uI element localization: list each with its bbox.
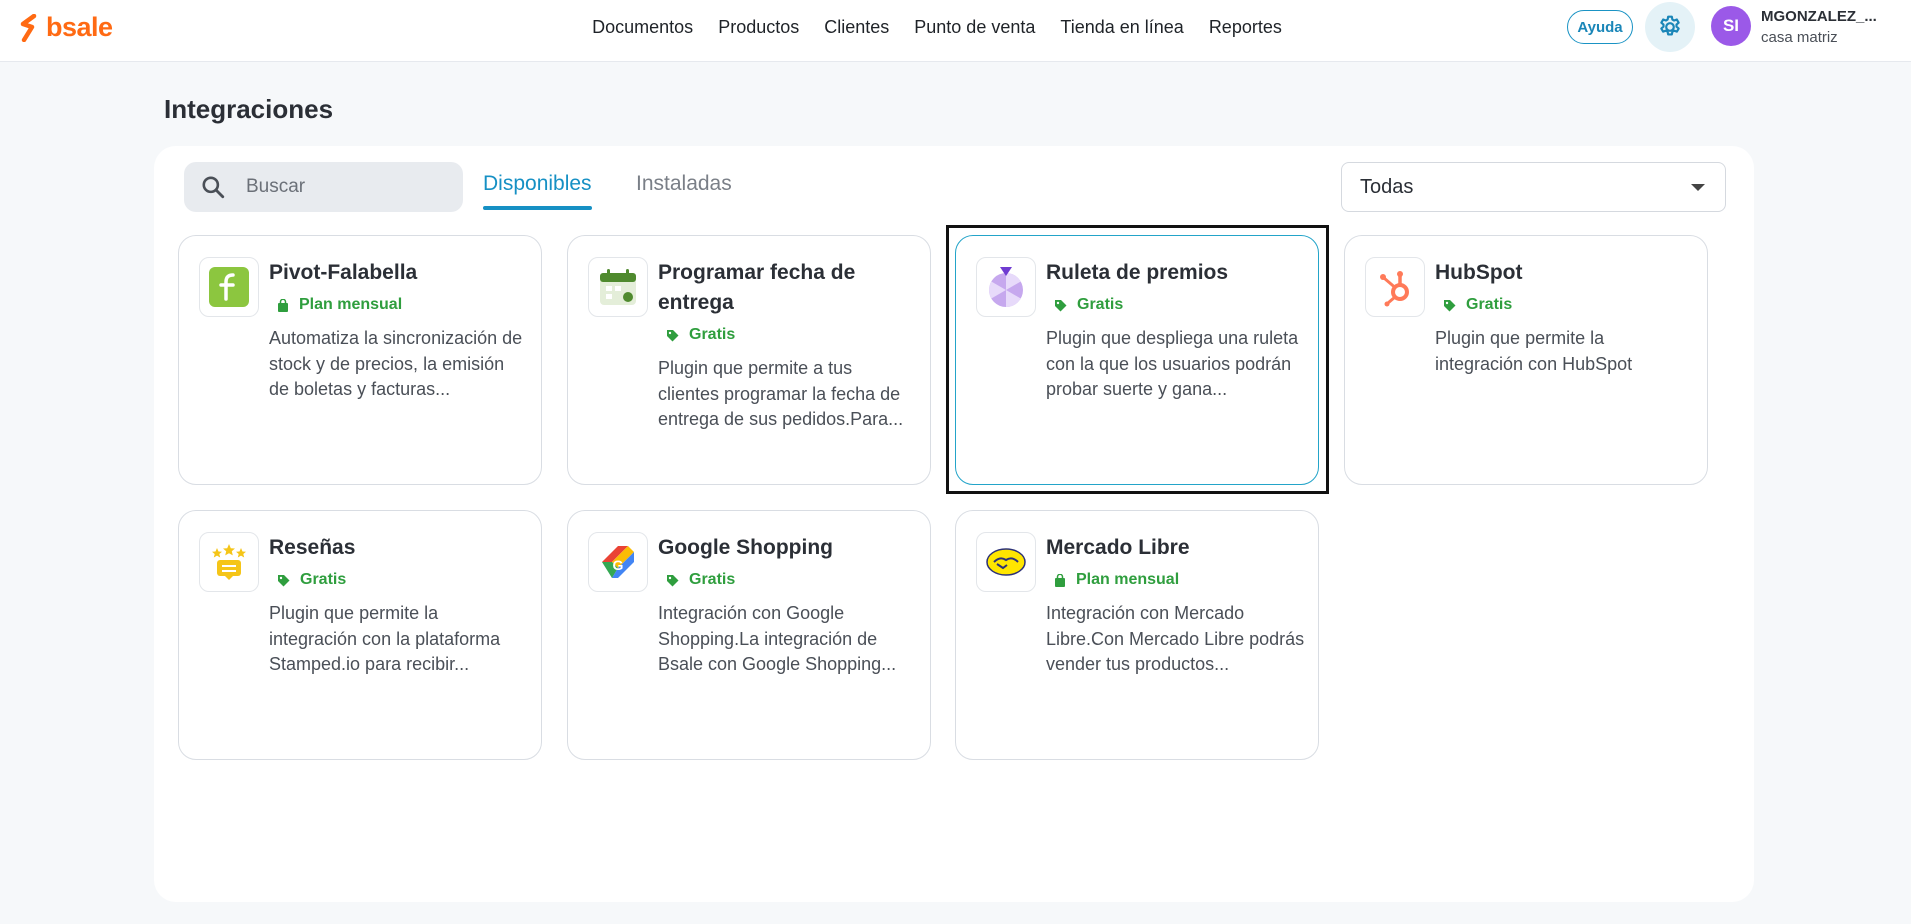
card-price-label: Plan mensual: [299, 296, 403, 313]
card-description: Plugin que despliega una ruleta con la q…: [1046, 328, 1299, 399]
tag-icon: [667, 574, 679, 586]
integration-card-programar-fecha[interactable]: Programar fecha de entrega Gratis Plugin…: [567, 235, 931, 485]
card-title: Reseñas: [269, 536, 356, 559]
search-input[interactable]: [244, 175, 448, 199]
svg-text:G: G: [613, 557, 624, 573]
integration-card-pivot-falabella[interactable]: Pivot-Falabella Plan mensual Automatiza …: [178, 235, 542, 485]
bag-icon: [278, 298, 288, 312]
hubspot-icon: [1365, 257, 1425, 317]
integration-card-hubspot[interactable]: HubSpot Gratis Plugin que permite la int…: [1344, 235, 1708, 485]
user-branch: casa matriz: [1761, 29, 1838, 46]
card-title: Ruleta de premios: [1046, 261, 1229, 284]
nav-reportes[interactable]: Reportes: [1209, 17, 1282, 38]
card-price-label: Gratis: [1466, 296, 1513, 313]
integration-card-ruleta-de-premios[interactable]: Ruleta de premios Gratis Plugin que desp…: [955, 235, 1319, 485]
card-description: Automatiza la sincronización de stock y …: [269, 328, 523, 399]
card-price-label: Gratis: [689, 326, 736, 343]
calendar-icon: [588, 257, 648, 317]
tab-disponibles[interactable]: Disponibles: [483, 172, 592, 210]
card-price-label: Plan mensual: [1076, 571, 1180, 588]
search-box[interactable]: [184, 162, 463, 212]
chevron-down-icon: [1691, 184, 1705, 191]
card-description: Integración con Mercado Libre.Con Mercad…: [1046, 603, 1305, 674]
card-price-label: Gratis: [300, 571, 347, 588]
tag-icon: [1444, 299, 1456, 311]
card-title: Pivot-Falabella: [269, 261, 418, 284]
card-price-label: Gratis: [689, 571, 736, 588]
page-title: Integraciones: [164, 94, 334, 124]
category-filter-select[interactable]: Todas: [1341, 162, 1726, 212]
falabella-f-icon: [199, 257, 259, 317]
card-description: Plugin que permite la integración con Hu…: [1435, 328, 1633, 374]
card-title: Google Shopping: [658, 536, 833, 559]
card-price: Plan mensual: [1054, 571, 1179, 589]
search-icon: [202, 176, 225, 199]
card-title: Programar fecha de entrega: [658, 261, 856, 314]
brand-name: bsale: [46, 12, 113, 42]
settings-button[interactable]: [1645, 2, 1695, 52]
card-title: HubSpot: [1435, 261, 1523, 284]
help-button[interactable]: Ayuda: [1567, 10, 1633, 44]
card-price: Gratis: [1443, 296, 1512, 314]
bsale-logo[interactable]: bsale: [18, 12, 113, 43]
integration-card-resenas[interactable]: Reseñas Gratis Plugin que permite la int…: [178, 510, 542, 760]
bag-icon: [1055, 573, 1065, 587]
nav-tienda-en-linea[interactable]: Tienda en línea: [1060, 17, 1183, 38]
tag-icon: [667, 329, 679, 341]
card-description: Plugin que permite a tus clientes progra…: [658, 358, 904, 429]
bsale-logo-icon: [20, 13, 37, 42]
google-shopping-icon: G: [588, 532, 648, 592]
nav-clientes[interactable]: Clientes: [824, 17, 889, 38]
card-price: Plan mensual: [277, 296, 402, 314]
nav-punto-de-venta[interactable]: Punto de venta: [914, 17, 1035, 38]
tab-instaladas[interactable]: Instaladas: [636, 172, 732, 196]
mercado-libre-icon: [976, 532, 1036, 592]
integration-card-mercado-libre[interactable]: Mercado Libre Plan mensual Integración c…: [955, 510, 1319, 760]
tag-icon: [278, 574, 290, 586]
card-price: Gratis: [666, 326, 735, 344]
card-price-label: Gratis: [1077, 296, 1124, 313]
card-price: Gratis: [1054, 296, 1123, 314]
card-description: Integración con Google Shopping.La integ…: [658, 603, 897, 674]
reviews-stars-icon: [199, 532, 259, 592]
nav-productos[interactable]: Productos: [718, 17, 799, 38]
tag-icon: [1055, 299, 1067, 311]
card-description: Plugin que permite la integración con la…: [269, 603, 501, 674]
card-price: Gratis: [666, 571, 735, 589]
user-name[interactable]: MGONZALEZ_...: [1761, 8, 1877, 25]
card-title: Mercado Libre: [1046, 536, 1190, 559]
filter-selected-value: Todas: [1360, 175, 1414, 198]
nav-documentos[interactable]: Documentos: [592, 17, 693, 38]
gear-icon: [1660, 15, 1680, 36]
user-avatar[interactable]: SI: [1711, 6, 1751, 46]
card-price: Gratis: [277, 571, 346, 589]
prize-wheel-icon: [976, 257, 1036, 317]
integration-card-google-shopping[interactable]: G Google Shopping Gratis Integración con…: [567, 510, 931, 760]
